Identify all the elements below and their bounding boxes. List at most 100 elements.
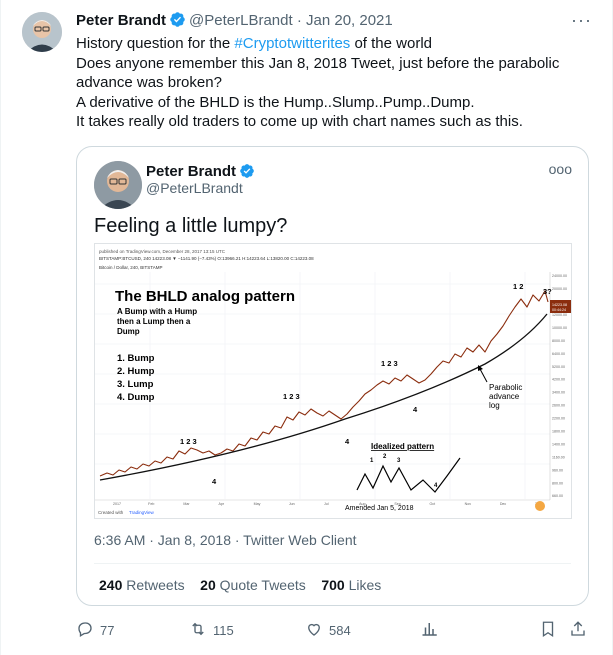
like-button[interactable]: 584 [305, 620, 351, 641]
chart-label-123-b: 1 2 3 [283, 392, 300, 401]
chart-x-tick: 2017 [113, 502, 121, 506]
chart-y-tick: 8000.00 [552, 339, 565, 343]
chart-title: The BHLD analog pattern [115, 288, 295, 305]
tweet-date[interactable]: Jan 20, 2021 [306, 12, 393, 29]
tweet-header: Peter Brandt @PeterLBrandt · Jan 20, 2021 [76, 11, 393, 34]
chart-x-tick: Jun [289, 502, 295, 506]
line1-suffix: of the world [350, 35, 433, 52]
quoted-author-name-text: Peter Brandt [146, 163, 237, 180]
chart-y-tick: 800.00 [552, 481, 563, 485]
chart-y-tick: 24000.00 [552, 274, 567, 278]
quotes-label: Quote Tweets [219, 577, 306, 593]
retweets-count: 240 [99, 577, 123, 593]
author-name[interactable]: Peter Brandt [76, 12, 166, 29]
chart-x-tick: Feb [148, 502, 154, 506]
share-icon [569, 620, 587, 641]
chart-y-tick: 12000.00 [552, 313, 567, 317]
chart-y-tick: 960.00 [552, 468, 563, 472]
quoted-timestamp[interactable]: 6:36 AM · Jan 8, 2018 · Twitter Web Clie… [94, 532, 357, 548]
chart-label-123-a: 1 2 3 [180, 437, 197, 446]
chart-price-tag-text: 14223.08 [552, 303, 567, 307]
chart-pair: Bitcoin / Dollar, 240, BITSTAMP [99, 265, 162, 270]
quoted-divider [94, 563, 571, 564]
tweet-card: Peter Brandt @PeterLBrandt · Jan 20, 2021… [0, 0, 613, 655]
chart-created-with: Created with [98, 510, 124, 515]
line3: A derivative of the BHLD is the Hump..Sl… [76, 93, 475, 111]
line4: It takes really old traders to come up w… [76, 113, 523, 130]
chart-x-tick: Dec [500, 502, 507, 506]
chart-x-tick: Jul [324, 502, 329, 506]
analytics-button[interactable] [421, 620, 439, 641]
likes-label: Likes [348, 577, 382, 593]
chart-y-tick: 660.00 [552, 494, 563, 498]
header-dot: · [296, 12, 302, 29]
line1-prefix: History question for the [76, 35, 235, 52]
retweet-icon [189, 620, 207, 641]
chart-label-12-d: 1 2 [513, 282, 523, 291]
quotes-count: 20 [200, 577, 216, 593]
chart-price-tag-time: 00:44:24 [552, 308, 566, 312]
reply-count: 77 [100, 623, 115, 638]
author-avatar[interactable] [22, 12, 62, 52]
more-options-icon[interactable]: ··· [571, 10, 592, 31]
tweet-text: History question for the #Cryptotwitteri… [76, 34, 586, 132]
quoted-author-handle[interactable]: @PeterLBrandt [146, 180, 243, 196]
chart-list-item-2: 2. Hump [117, 366, 155, 377]
chart-y-tick: 1400.00 [552, 442, 565, 446]
chart-subtitle-1: A Bump with a Hump [117, 307, 197, 316]
chart-y-tick: 4200.00 [552, 378, 565, 382]
chart-parabolic-label-2: advance [489, 392, 520, 401]
quoted-text: Feeling a little lumpy? [94, 215, 288, 237]
chart-x-tick: Mar [183, 502, 190, 506]
likes-stat[interactable]: 700 Likes [321, 577, 381, 593]
share-button[interactable] [569, 620, 587, 641]
chart-subtitle-2: then a Lump then a [117, 317, 191, 326]
analytics-icon [421, 620, 439, 641]
chart-y-tick: 2200.00 [552, 417, 565, 421]
hashtag-link[interactable]: #Cryptotwitterites [234, 35, 350, 52]
chart-x-tick: May [254, 502, 261, 506]
chart-header-small: published on TradingView.com, December 2… [99, 249, 226, 254]
chart-label-123-c: 1 2 3 [381, 359, 398, 368]
chart-y-tick: 1160.00 [552, 455, 565, 459]
tweet-actions: 77 115 584 [71, 620, 592, 642]
verified-badge-icon [169, 11, 186, 34]
bookmark-icon [539, 620, 557, 641]
chart-label-3q: 3? [543, 287, 552, 296]
retweets-stat[interactable]: 240 Retweets [99, 577, 185, 593]
quoted-author-avatar[interactable] [94, 161, 142, 209]
chart-x-tick: Nov [465, 502, 472, 506]
quoted-more-icon[interactable]: ooo [549, 161, 572, 177]
chart-list-item-4: 4. Dump [117, 392, 155, 403]
author-handle[interactable]: @PeterLBrandt [189, 12, 293, 29]
chart-parabolic-label-1: Parabolic [489, 383, 522, 392]
retweets-label: Retweets [126, 577, 185, 593]
quoted-tweet[interactable]: Peter Brandt @PeterLBrandt ooo Feeling a… [76, 146, 589, 606]
chart-idealized-title: Idealized pattern [371, 442, 434, 451]
quotes-stat[interactable]: 20 Quote Tweets [200, 577, 306, 593]
retweet-button[interactable]: 115 [189, 620, 234, 641]
chart-parabolic-label-3: log [489, 401, 500, 410]
heart-icon [305, 620, 323, 641]
like-count: 584 [329, 623, 351, 638]
retweet-count: 115 [213, 623, 234, 638]
chart-y-tick: 2600.00 [552, 404, 565, 408]
chart-y-tick: 3400.00 [552, 391, 565, 395]
chart-amended-label: Amended Jan 5, 2018 [345, 505, 414, 512]
chart-symbol-line: BITSTAMP:BTCUSD, 240 14223.08 ▼ −1141.90… [99, 256, 314, 261]
bookmark-button[interactable] [539, 620, 557, 641]
quoted-stats: 240 Retweets 20 Quote Tweets 700 Likes [99, 577, 381, 593]
chart-y-tick: 6400.00 [552, 352, 565, 356]
chart-y-tick: 20000.00 [552, 287, 567, 291]
likes-count: 700 [321, 577, 345, 593]
chart-y-tick: 5200.00 [552, 365, 565, 369]
chart-image[interactable]: published on TradingView.com, December 2… [94, 243, 572, 519]
chart-list-item-3: 3. Lump [117, 379, 154, 390]
reply-button[interactable]: 77 [76, 620, 114, 641]
reply-icon [76, 620, 94, 641]
chart-list-item-1: 1. Bump [117, 353, 155, 364]
chart-corner-badge-icon [535, 501, 545, 511]
chart-tradingview-logo: TradingView [129, 510, 155, 515]
chart-x-tick: Oct [430, 502, 436, 506]
chart-y-tick: 10000.00 [552, 326, 567, 330]
